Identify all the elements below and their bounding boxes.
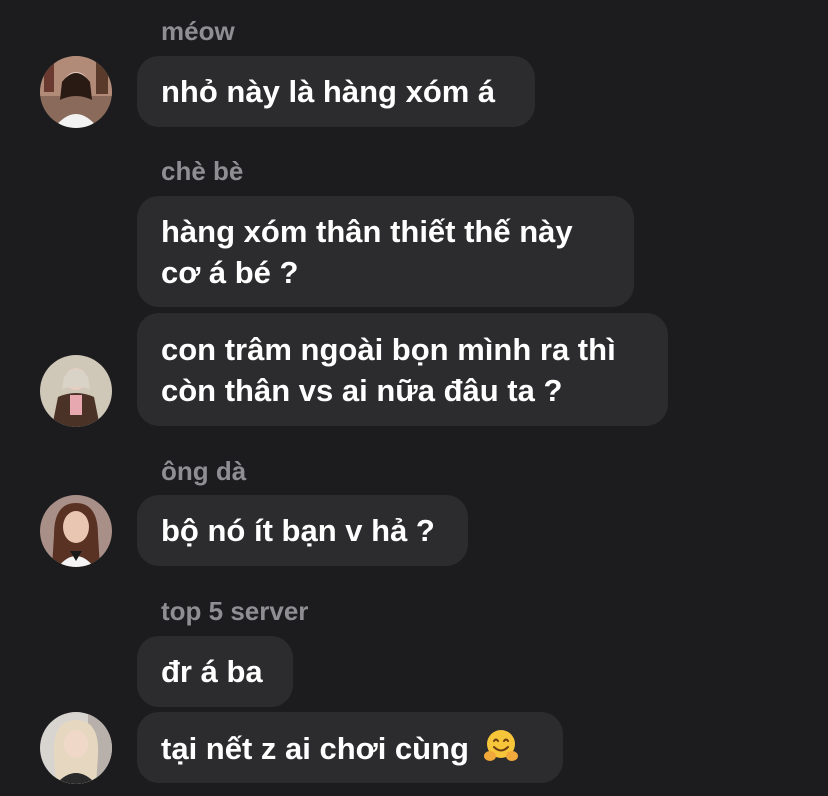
message-line: còn thân vs ai nữa đâu ta ?	[161, 372, 563, 408]
message-bubble[interactable]: nhỏ này là hàng xóm á	[137, 56, 535, 127]
message-bubble[interactable]: tại nết z ai chơi cùng	[137, 712, 563, 783]
hugging-face-emoji-icon	[482, 727, 520, 765]
sender-name-meow: méow	[161, 16, 235, 46]
message-line: cơ á bé ?	[161, 254, 299, 290]
avatar-che-be[interactable]	[40, 355, 112, 427]
message-line: bộ nó ít bạn v hả ?	[161, 513, 435, 548]
message-line: hàng xóm thân thiết thế này	[161, 213, 573, 249]
sender-name-che-be: chè bè	[161, 156, 244, 186]
message-bubble[interactable]: đr á ba	[137, 636, 293, 707]
avatar-top-5-server[interactable]	[40, 712, 112, 784]
sender-name-top-5-server: top 5 server	[161, 596, 309, 626]
message-line: con trâm ngoài bọn mình ra thì	[161, 331, 616, 367]
avatar-meow[interactable]	[40, 56, 112, 128]
message-text: tại nết z ai chơi cùng	[161, 730, 469, 766]
sender-name-ong-da: ông dà	[161, 456, 247, 486]
message-line: nhỏ này là hàng xóm á	[161, 74, 496, 109]
message-line: đr á ba	[161, 654, 263, 689]
message-bubble[interactable]: con trâm ngoài bọn mình ra thì còn thân …	[137, 313, 668, 426]
message-line: tại nết z ai chơi cùng	[161, 727, 539, 769]
avatar-ong-da[interactable]	[40, 495, 112, 567]
message-bubble[interactable]: bộ nó ít bạn v hả ?	[137, 495, 468, 566]
message-bubble[interactable]: hàng xóm thân thiết thế này cơ á bé ?	[137, 196, 634, 307]
